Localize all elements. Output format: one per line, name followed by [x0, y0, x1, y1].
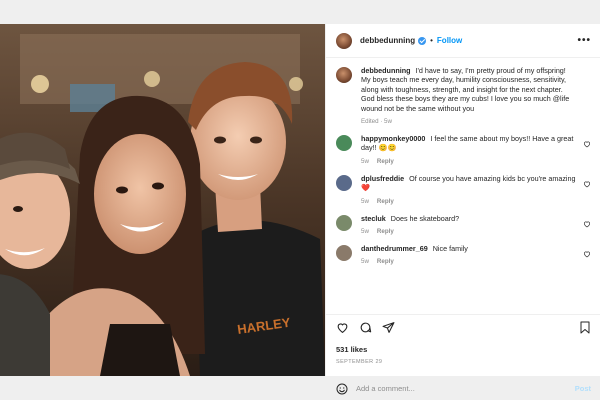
comment-avatar[interactable] — [336, 245, 352, 262]
caption-avatar[interactable] — [336, 67, 352, 83]
post-photo: HARLEY — [0, 24, 325, 376]
comment-like-heart-icon[interactable] — [583, 250, 591, 258]
likes-count[interactable]: 531 likes — [336, 345, 367, 354]
emoji-smiley-icon[interactable] — [336, 383, 348, 395]
comment-input[interactable] — [356, 384, 556, 393]
caption-username[interactable]: debbedunning — [361, 66, 411, 75]
post-modal: HARLEY debbedunning • Follow ••• debbedu… — [0, 24, 600, 394]
post-sidebar: debbedunning • Follow ••• debbedunning I… — [325, 24, 600, 394]
post-date: SEPTEMBER 29 — [336, 359, 383, 365]
reply-button[interactable]: Reply — [377, 198, 394, 205]
comment-time: 5w — [361, 197, 369, 205]
comment-body: Nice family — [432, 244, 468, 254]
action-icons — [336, 321, 395, 334]
comment-like-heart-icon[interactable] — [583, 140, 591, 148]
reply-button[interactable]: Reply — [377, 228, 394, 235]
author-username[interactable]: debbedunning — [360, 36, 415, 45]
reply-button[interactable]: Reply — [377, 258, 394, 265]
comment-body: Does he skateboard? — [390, 213, 460, 223]
actions-section: 531 likes SEPTEMBER 29 — [326, 314, 600, 376]
comment-item: happymonkey0000 I feel the same about my… — [336, 134, 591, 165]
comment-item: danthedrummer_69 Nice family 5w Reply — [336, 244, 591, 265]
verified-badge-icon — [418, 36, 427, 45]
comment-like-heart-icon[interactable] — [583, 220, 591, 228]
comment-avatar[interactable] — [336, 214, 352, 231]
save-button[interactable] — [579, 321, 591, 334]
comment-item: stecluk Does he skateboard? 5w Reply — [336, 214, 591, 235]
top-band — [0, 0, 600, 24]
comment-time: 5w — [361, 258, 369, 266]
comment-username[interactable]: danthedrummer_69 — [361, 244, 428, 253]
comment-like-heart-icon[interactable] — [583, 180, 591, 188]
comment-bubble-icon[interactable] — [359, 321, 372, 334]
share-plane-icon[interactable] — [382, 321, 395, 334]
comment-avatar[interactable] — [336, 174, 352, 191]
add-comment-bar: Post — [326, 376, 600, 400]
like-heart-icon[interactable] — [336, 321, 349, 334]
post-header: debbedunning • Follow ••• — [326, 24, 600, 58]
comments-list[interactable]: debbedunning I'd have to say, I'm pretty… — [326, 58, 600, 314]
selfie-photo-illustration: HARLEY — [0, 24, 325, 376]
comment-text: danthedrummer_69 Nice family — [361, 244, 576, 253]
comment-username[interactable]: dplusfreddie — [361, 174, 404, 183]
caption-meta: Edited · 5w — [361, 118, 392, 126]
author-avatar[interactable] — [336, 32, 352, 49]
comment-text: happymonkey0000 I feel the same about my… — [361, 134, 576, 153]
comment-text: stecluk Does he skateboard? — [361, 214, 576, 223]
comment-text: dplusfreddie Of course you have amazing … — [361, 174, 576, 193]
reply-button[interactable]: Reply — [377, 158, 394, 165]
more-options-icon[interactable]: ••• — [577, 35, 591, 46]
comment-item: dplusfreddie Of course you have amazing … — [336, 174, 591, 205]
follow-button[interactable]: Follow — [437, 36, 462, 45]
caption-item: debbedunning I'd have to say, I'm pretty… — [336, 66, 591, 125]
comment-time: 5w — [361, 228, 369, 236]
comment-username[interactable]: happymonkey0000 — [361, 134, 425, 143]
comment-time: 5w — [361, 157, 369, 165]
comment-avatar[interactable] — [336, 135, 352, 152]
post-comment-button[interactable]: Post — [575, 384, 591, 393]
header-separator: • — [430, 36, 433, 45]
caption-text: debbedunning I'd have to say, I'm pretty… — [361, 66, 576, 113]
comment-username[interactable]: stecluk — [361, 214, 386, 223]
bookmark-icon[interactable] — [579, 321, 591, 334]
